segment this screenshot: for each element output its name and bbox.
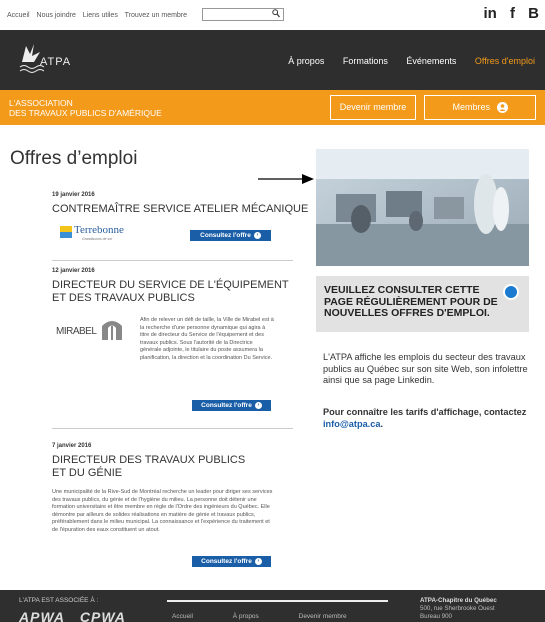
nav-item-evenements[interactable]: Événements xyxy=(406,56,456,66)
notice-box: VEUILLEZ CONSULTER CETTE PAGE RÉGULIÈREM… xyxy=(316,276,529,332)
footer-assoc-label: L'ATPA EST ASSOCIÉE À : xyxy=(19,597,99,604)
consult-label: Consultez l'offre xyxy=(200,232,251,239)
job-title[interactable]: DIRECTEUR DES TRAVAUX PUBLICS ET DU GÉNI… xyxy=(52,454,245,480)
apwa-logo[interactable]: APWA xyxy=(19,609,65,622)
main-navbar: ATPA À propos Formations Événements Offr… xyxy=(0,30,545,90)
search-icon[interactable] xyxy=(272,9,280,20)
job-separator xyxy=(52,428,293,429)
social-links: in f B xyxy=(474,5,539,22)
arrow-right-icon: › xyxy=(253,231,261,239)
footer-divider xyxy=(167,600,388,602)
main-nav: À propos Formations Événements Offres d'… xyxy=(272,56,535,66)
membres-label: Membres xyxy=(452,102,490,112)
job-title-line-2: ET DES TRAVAUX PUBLICS xyxy=(52,292,195,304)
pointer-arrow-icon xyxy=(258,174,314,184)
logo-text: ATPA xyxy=(40,56,72,68)
atpa-logo[interactable]: ATPA xyxy=(18,40,78,80)
consult-offer-button[interactable]: Consultez l'offre › xyxy=(190,230,271,241)
search-input[interactable] xyxy=(202,8,284,21)
page-title: Offres d’emploi xyxy=(10,148,138,169)
blog-icon[interactable]: B xyxy=(528,5,539,22)
consult-offer-button[interactable]: Consultez l'offre › xyxy=(192,400,271,411)
job-title[interactable]: DIRECTEUR DU SERVICE DE L'ÉQUIPEMENT ET … xyxy=(52,279,289,305)
mirabel-logo: MIRABEL xyxy=(56,316,134,346)
job-listing: 12 janvier 2016 DIRECTEUR DU SERVICE DE … xyxy=(52,268,289,305)
footer-org: ATPA-Chapitre du Québec xyxy=(420,597,497,604)
job-date: 12 janvier 2016 xyxy=(52,268,95,274)
nav-item-formations[interactable]: Formations xyxy=(343,56,388,66)
association-name: L'ASSOCIATION DES TRAVAUX PUBLICS D'AMÉR… xyxy=(9,98,162,118)
consult-offer-button[interactable]: Consultez l'offre › xyxy=(192,556,271,567)
notice-text: VEUILLEZ CONSULTER CETTE PAGE RÉGULIÈREM… xyxy=(324,284,498,319)
footer-nav: Accueil À propos Devenir membre xyxy=(172,613,385,620)
tarifs-label: Pour connaître les tarifs d'affichage, c… xyxy=(323,407,527,417)
user-icon xyxy=(496,102,508,114)
association-line-1: L'ASSOCIATION xyxy=(9,98,73,108)
top-link-nous-joindre[interactable]: Nous joindre xyxy=(37,12,76,19)
job-title-line-1: DIRECTEUR DES TRAVAUX PUBLICS xyxy=(52,454,246,466)
arrow-right-icon: › xyxy=(254,401,262,409)
job-separator xyxy=(52,260,293,261)
footer-address-line-1: 500, rue Sherbrooke Ouest xyxy=(420,605,495,612)
linkedin-icon[interactable]: in xyxy=(483,5,496,22)
terrebonne-tagline: Grandissons de soi xyxy=(82,237,112,241)
nav-item-a-propos[interactable]: À propos xyxy=(288,56,324,66)
footer: L'ATPA EST ASSOCIÉE À : APWA CPWA Accuei… xyxy=(0,590,545,622)
email-link[interactable]: info@atpa.ca xyxy=(323,419,380,429)
top-bar: Accueil Nous joindre Liens utiles Trouve… xyxy=(0,0,545,30)
terrebonne-logo: Terrebonne Grandissons de soi xyxy=(60,224,124,244)
job-date: 19 janvier 2016 xyxy=(52,192,95,198)
facebook-icon[interactable]: f xyxy=(510,5,515,22)
terrebonne-name: Terrebonne xyxy=(74,224,124,236)
mirabel-emblem-icon xyxy=(102,321,122,340)
top-link-liens-utiles[interactable]: Liens utiles xyxy=(83,12,118,19)
atpa-badge-icon xyxy=(503,284,519,300)
membres-button[interactable]: Membres xyxy=(424,95,536,120)
footer-address: ATPA-Chapitre du Québec 500, rue Sherbro… xyxy=(420,597,497,621)
top-link-trouvez-membre[interactable]: Trouvez un membre xyxy=(125,12,187,19)
arrow-right-icon: › xyxy=(254,557,262,565)
footer-link-accueil[interactable]: Accueil xyxy=(172,613,193,620)
footer-address-line-2: Bureau 900 xyxy=(420,613,452,620)
association-line-2: DES TRAVAUX PUBLICS D'AMÉRIQUE xyxy=(9,108,162,118)
job-description: Afin de relever un défi de taille, la Vi… xyxy=(140,317,274,361)
consult-label: Consultez l'offre xyxy=(201,558,252,565)
partner-logos: APWA CPWA xyxy=(19,609,136,622)
top-links: Accueil Nous joindre Liens utiles Trouve… xyxy=(7,12,192,19)
job-title[interactable]: CONTREMAÎTRE SERVICE ATELIER MÉCANIQUE xyxy=(52,203,308,216)
job-listing: 19 janvier 2016 CONTREMAÎTRE SERVICE ATE… xyxy=(52,192,308,216)
devenir-membre-button[interactable]: Devenir membre xyxy=(330,95,416,120)
nav-item-offres-emploi[interactable]: Offres d'emploi xyxy=(475,56,535,66)
footer-link-devenir-membre[interactable]: Devenir membre xyxy=(299,613,347,620)
mirabel-name: MIRABEL xyxy=(56,326,97,337)
tarifs-suffix: . xyxy=(380,418,384,429)
association-band: L'ASSOCIATION DES TRAVAUX PUBLICS D'AMÉR… xyxy=(0,90,545,125)
job-title-line-2: ET DU GÉNIE xyxy=(52,467,123,479)
job-date: 7 janvier 2016 xyxy=(52,443,92,449)
consult-label: Consultez l'offre xyxy=(201,402,252,409)
top-link-accueil[interactable]: Accueil xyxy=(7,12,30,19)
job-description: Une municipalité de la Rive-Sud de Montr… xyxy=(52,489,273,533)
office-photo xyxy=(316,149,529,266)
terrebonne-emblem-icon xyxy=(60,226,72,238)
job-title-line-1: DIRECTEUR DU SERVICE DE L'ÉQUIPEMENT xyxy=(52,279,289,291)
job-listing: 7 janvier 2016 DIRECTEUR DES TRAVAUX PUB… xyxy=(52,443,245,480)
footer-link-a-propos[interactable]: À propos xyxy=(233,613,259,620)
cpwa-logo[interactable]: CPWA xyxy=(80,609,126,622)
info-text: L'ATPA affiche les emplois du secteur de… xyxy=(323,352,528,385)
tarifs-text: Pour connaître les tarifs d'affichage, c… xyxy=(323,407,533,430)
